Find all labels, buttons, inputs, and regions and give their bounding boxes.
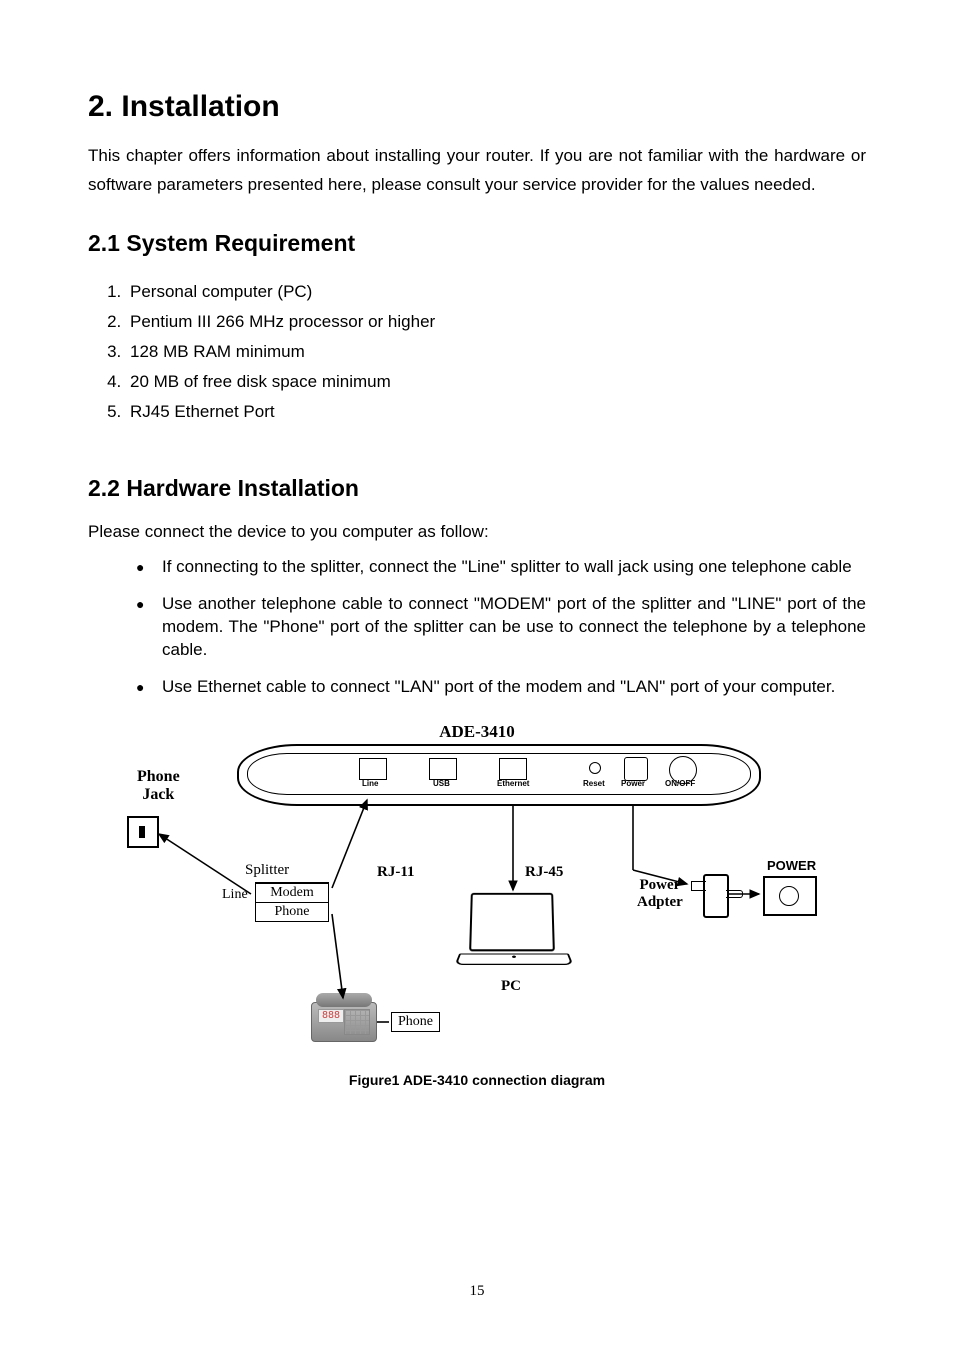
list-item: Use another telephone cable to connect "… xyxy=(136,593,866,676)
list-item: Pentium III 266 MHz processor or higher xyxy=(126,307,866,337)
page-number: 15 xyxy=(0,1283,954,1300)
list-item: If connecting to the splitter, connect t… xyxy=(136,556,866,593)
router-port-ethernet: Ethernet xyxy=(497,779,529,788)
power-adapter-label: Power Adpter xyxy=(637,877,683,910)
router-port-power: Power xyxy=(621,779,645,788)
rj11-label: RJ-11 xyxy=(377,864,415,881)
splitter-icon: Line Modem Phone xyxy=(255,882,329,922)
router-port-line: Line xyxy=(362,779,378,788)
figure-caption: Figure1 ADE-3410 connection diagram xyxy=(88,1072,866,1088)
list-item: 128 MB RAM minimum xyxy=(126,337,866,367)
router-icon: Line USB Ethernet Reset Power ON/OFF xyxy=(237,744,761,806)
rj45-label: RJ-45 xyxy=(525,864,563,881)
requirements-list: Personal computer (PC) Pentium III 266 M… xyxy=(88,277,866,427)
section-requirement-heading: 2.1 System Requirement xyxy=(88,230,866,257)
list-item: 20 MB of free disk space minimum xyxy=(126,367,866,397)
diagram-title: ADE-3410 xyxy=(127,722,827,742)
power-outlet-label: POWER xyxy=(767,858,816,873)
power-outlet-icon xyxy=(763,876,817,916)
list-item: Personal computer (PC) xyxy=(126,277,866,307)
section-hardware-intro: Please connect the device to you compute… xyxy=(88,522,866,542)
phone-icon xyxy=(311,1002,377,1042)
section-hardware-heading: 2.2 Hardware Installation xyxy=(88,475,866,502)
pc-label: PC xyxy=(501,978,521,995)
figure-container: ADE-3410 Line USB Ethernet Reset Power O… xyxy=(88,722,866,1088)
splitter-phone-row: Phone xyxy=(256,902,328,921)
chapter-heading: 2. Installation xyxy=(88,90,866,124)
install-bullets: If connecting to the splitter, connect t… xyxy=(88,556,866,713)
laptop-icon xyxy=(457,892,567,972)
phone-jack-label: Phone Jack xyxy=(137,768,180,803)
router-port-onoff: ON/OFF xyxy=(665,779,695,788)
list-item: Use Ethernet cable to connect "LAN" port… xyxy=(136,676,866,713)
phone-box-label: Phone xyxy=(391,1012,440,1032)
router-port-usb: USB xyxy=(433,779,450,788)
wall-jack-icon xyxy=(127,816,159,848)
power-adapter-icon xyxy=(703,874,729,918)
router-port-reset: Reset xyxy=(583,779,605,788)
connection-diagram: ADE-3410 Line USB Ethernet Reset Power O… xyxy=(127,722,827,1062)
splitter-line-label: Line xyxy=(222,887,248,903)
list-item: RJ45 Ethernet Port xyxy=(126,397,866,427)
splitter-label: Splitter xyxy=(245,862,289,879)
splitter-modem-row: Modem xyxy=(256,883,328,902)
chapter-intro: This chapter offers information about in… xyxy=(88,142,866,200)
